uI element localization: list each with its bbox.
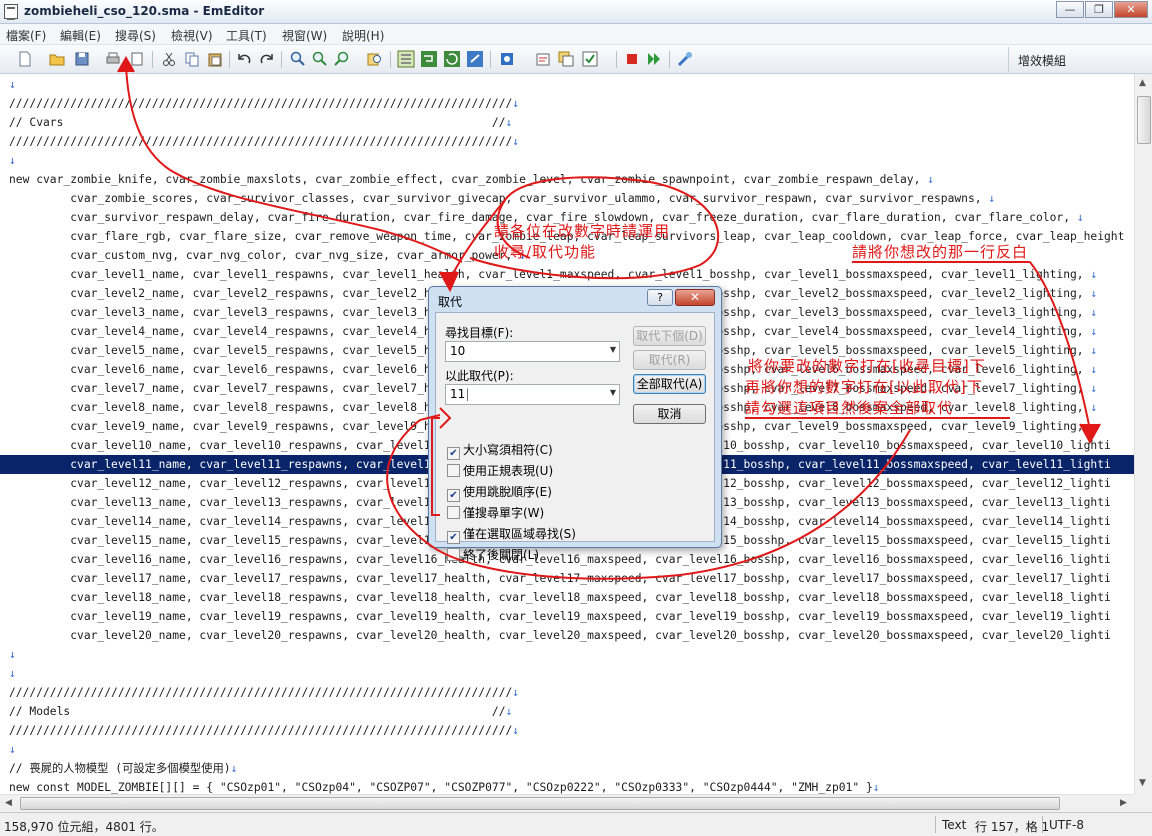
annotation-arrowhead-line <box>1079 423 1101 445</box>
annotation-arrowhead-checkbox <box>439 407 452 429</box>
annotation-arrowhead-dialog <box>439 271 459 293</box>
emeditor-window: zombieheli_cso_120.sma - EmEditor — ❐ ✕ … <box>0 0 1152 836</box>
annotation-note-3b: 再將你想的數字打在[以此取代]下 <box>745 378 983 396</box>
annotation-bracket-checkbox <box>431 417 440 516</box>
annotation-curve-to-checkbox <box>386 414 911 580</box>
annotation-note-1b: 收尋/取代功能 <box>494 243 597 261</box>
annotation-note-3: 將你要改的數字打在[收尋目標]下 <box>748 357 986 375</box>
annotation-arrow-to-search-menu <box>125 64 463 263</box>
annotation-note-1: 請各位在改數字時請運用 <box>494 222 671 240</box>
annotation-note-3c: 請勾選這項目然後案全部取代 <box>745 399 954 417</box>
annotation-arrow-to-line <box>1029 261 1091 431</box>
annotation-note-2: 請將你想改的那一行反白 <box>852 243 1029 261</box>
annotation-arrowhead-search <box>117 55 135 73</box>
annotation-overlay <box>117 55 1101 580</box>
